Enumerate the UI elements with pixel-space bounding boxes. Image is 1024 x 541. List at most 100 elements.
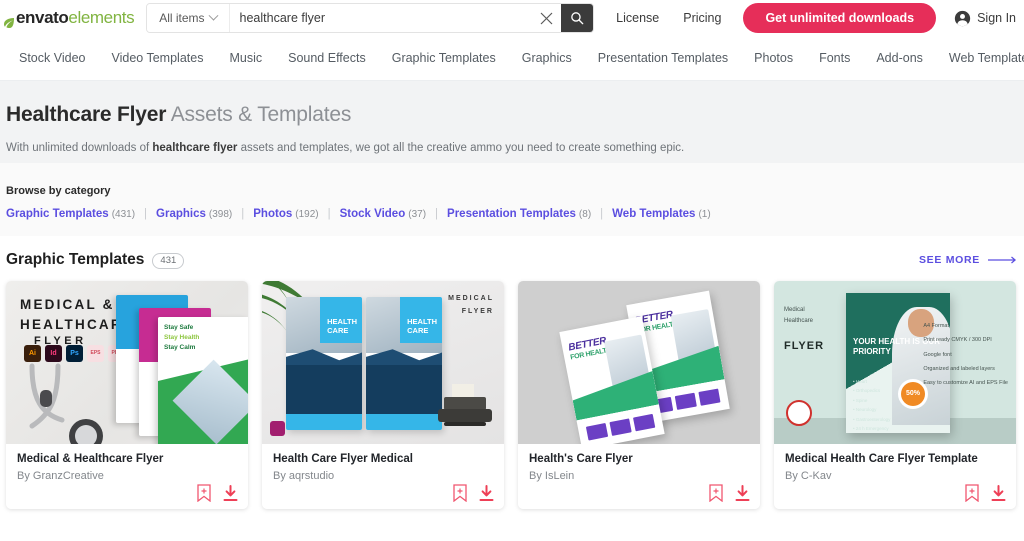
corner-line-2: FLYER <box>461 307 494 315</box>
browse-count-web-templates: (1) <box>698 209 711 220</box>
section-title-text: Graphic Templates <box>6 251 145 268</box>
browse-count-stock-video: (37) <box>408 209 427 220</box>
card-body: Medical & Healthcare Flyer By GranzCreat… <box>6 444 248 509</box>
browse-link-presentation-templates[interactable]: Presentation Templates <box>447 208 576 220</box>
left-flyer-label: FLYER <box>784 339 825 352</box>
asset-card[interactable]: HEALTH CARE HEALTH CARE MEDICAL FLYER He… <box>262 281 504 509</box>
card-author[interactable]: By IsLein <box>529 470 749 482</box>
asset-thumbnail[interactable]: MEDICAL & HEALTHCARE FLYER Ai Id Ps EPS … <box>6 281 248 444</box>
close-icon <box>540 12 553 24</box>
nav-presentation-templates[interactable]: Presentation Templates <box>585 51 741 65</box>
bookmark-add-icon[interactable] <box>453 484 467 503</box>
bookmark-add-icon[interactable] <box>709 484 723 503</box>
flyer-strip <box>286 414 362 430</box>
results-grid: MEDICAL & HEALTHCARE FLYER Ai Id Ps EPS … <box>0 281 1024 509</box>
browse-separator: | <box>600 208 604 220</box>
browse-by-category: Browse by category Graphic Templates (431… <box>0 163 1024 236</box>
asset-card[interactable]: BETTER FOR HEALTH. BETTER FOR HEALTH. He… <box>518 281 760 509</box>
hero-desc-pre: With unlimited downloads of <box>6 142 153 154</box>
nav-photos[interactable]: Photos <box>741 51 806 65</box>
nav-music[interactable]: Music <box>216 51 275 65</box>
browse-link-web-templates[interactable]: Web Templates <box>612 208 695 220</box>
nav-graphics[interactable]: Graphics <box>509 51 585 65</box>
card-author[interactable]: By GranzCreative <box>17 470 237 482</box>
sign-in-button[interactable]: Sign In <box>954 10 1016 27</box>
poster-text-1: Stay Safe <box>164 324 194 331</box>
flyer-back: HEALTH CARE <box>286 297 362 430</box>
header-link-license[interactable]: License <box>616 11 659 25</box>
card-actions <box>709 484 750 503</box>
card-body: Health Care Flyer Medical By aqrstudio <box>262 444 504 509</box>
download-icon[interactable] <box>735 484 750 502</box>
card-title[interactable]: Health's Care Flyer <box>529 453 749 465</box>
flyer-front: HEALTH CARE <box>366 297 442 430</box>
browse-count-graphic-templates: (431) <box>111 209 136 220</box>
arrow-right-icon <box>988 256 1017 264</box>
feature-3: Google font <box>923 351 952 358</box>
card-author[interactable]: By aqrstudio <box>273 470 493 482</box>
corner-line-1: MEDICAL <box>448 295 494 302</box>
thumb-right-column: A4 Format Print ready CMYK / 300 DPI Goo… <box>923 319 1008 390</box>
search-bar: All items <box>146 3 595 33</box>
browse-separator: | <box>327 208 331 220</box>
nav-video-templates[interactable]: Video Templates <box>98 51 216 65</box>
download-icon[interactable] <box>223 484 238 502</box>
card-actions <box>965 484 1006 503</box>
browse-heading: Browse by category <box>6 185 111 197</box>
see-more-label: SEE MORE <box>918 254 980 266</box>
search-scope-dropdown[interactable]: All items <box>147 4 230 32</box>
card-title[interactable]: Medical Health Care Flyer Template <box>785 453 1005 465</box>
get-unlimited-downloads-button[interactable]: Get unlimited downloads <box>743 3 937 33</box>
flyer-title-line1: HEALTH <box>327 317 357 326</box>
browse-separator: | <box>435 208 439 220</box>
app-badge <box>270 421 285 436</box>
clear-search-button[interactable] <box>531 4 561 32</box>
asset-card[interactable]: Medical Healthcare FLYER YOUR HEALTH IS … <box>774 281 1016 509</box>
header-link-pricing[interactable]: Pricing <box>683 11 721 25</box>
download-icon[interactable] <box>479 484 494 502</box>
nav-fonts[interactable]: Fonts <box>806 51 863 65</box>
nav-add-ons[interactable]: Add-ons <box>863 51 936 65</box>
poster-text-3: Stay Calm <box>164 344 196 351</box>
nav-stock-video[interactable]: Stock Video <box>6 51 98 65</box>
download-icon[interactable] <box>991 484 1006 502</box>
bookmark-add-icon[interactable] <box>197 484 211 503</box>
card-title[interactable]: Health Care Flyer Medical <box>273 453 493 465</box>
card-title[interactable]: Medical & Healthcare Flyer <box>17 453 237 465</box>
left-line-2: Healthcare <box>784 317 814 324</box>
feature-1: A4 Format <box>923 323 949 329</box>
flyer-title-line2: CARE <box>327 326 349 335</box>
asset-card[interactable]: MEDICAL & HEALTHCARE FLYER Ai Id Ps EPS … <box>6 281 248 509</box>
section-count-badge: 431 <box>152 253 185 269</box>
search-input[interactable] <box>229 4 532 32</box>
account-circle-icon <box>954 10 971 26</box>
thumb-left-column: Medical Healthcare FLYER <box>784 305 824 356</box>
page-title-keyword: Healthcare Flyer <box>6 103 167 126</box>
card-body: Medical Health Care Flyer Template By C-… <box>774 444 1016 509</box>
bookmark-add-icon[interactable] <box>965 484 979 503</box>
search-submit-button[interactable] <box>561 4 594 32</box>
asset-thumbnail[interactable]: Medical Healthcare FLYER YOUR HEALTH IS … <box>774 281 1016 444</box>
browse-link-stock-video[interactable]: Stock Video <box>340 208 406 220</box>
nav-graphic-templates[interactable]: Graphic Templates <box>379 51 509 65</box>
card-author[interactable]: By C-Kav <box>785 470 1005 482</box>
card-actions <box>453 484 494 503</box>
hero-banner: Healthcare Flyer Assets & Templates With… <box>0 81 1024 163</box>
flyer-body <box>286 365 362 414</box>
asset-thumbnail[interactable]: BETTER FOR HEALTH. BETTER FOR HEALTH. <box>518 281 760 444</box>
feature-2: Print ready CMYK / 300 DPI <box>923 337 992 344</box>
browse-count-presentation-templates: (8) <box>578 209 592 220</box>
feature-4: Organized and labeled layers <box>923 365 995 372</box>
browse-count-graphics: (398) <box>208 209 233 220</box>
asset-thumbnail[interactable]: HEALTH CARE HEALTH CARE MEDICAL FLYER <box>262 281 504 444</box>
see-more-link[interactable]: SEE MORE <box>919 254 1018 266</box>
browse-link-graphics[interactable]: Graphics <box>156 208 206 220</box>
site-header: envatoelements All items License Pricing… <box>0 0 1024 36</box>
flyer-title-line1: HEALTH <box>407 317 437 326</box>
browse-link-graphic-templates[interactable]: Graphic Templates <box>6 208 109 220</box>
card-actions <box>197 484 238 503</box>
nav-web-templates[interactable]: Web Templates <box>936 51 1024 65</box>
envato-elements-logo[interactable]: envato elements <box>0 8 135 28</box>
browse-link-photos[interactable]: Photos <box>253 208 292 220</box>
nav-sound-effects[interactable]: Sound Effects <box>275 51 379 65</box>
